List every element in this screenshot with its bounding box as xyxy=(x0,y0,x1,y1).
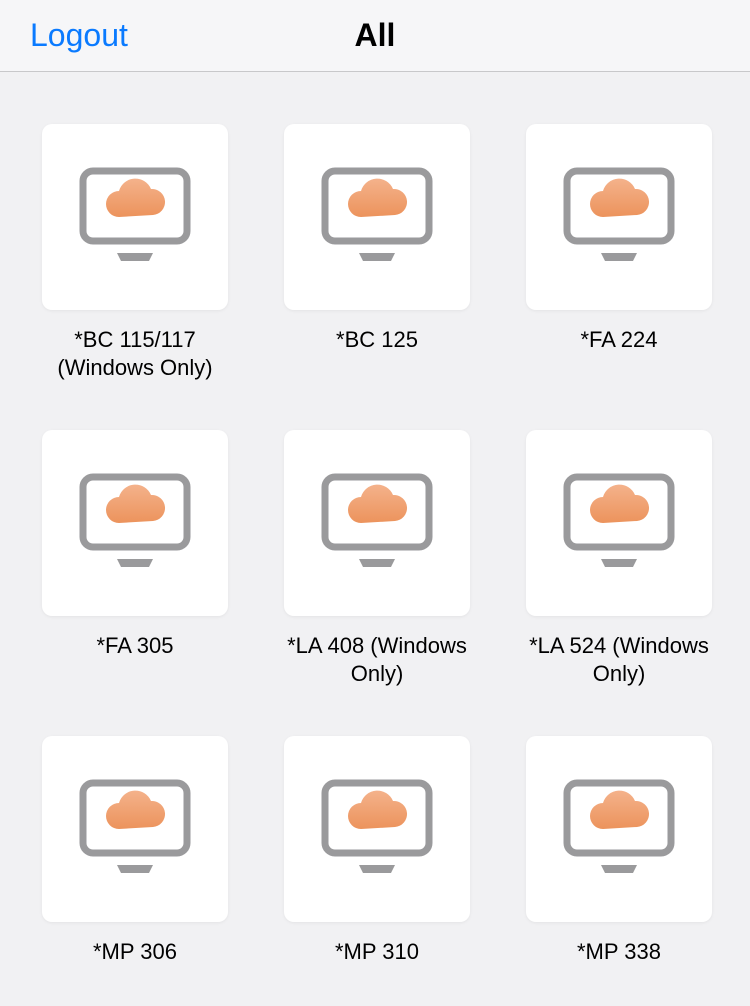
cloud-monitor-icon xyxy=(563,473,675,573)
desktop-item-card xyxy=(284,124,470,310)
desktop-item[interactable]: *BC 115/117 (Windows Only) xyxy=(42,124,228,382)
desktop-item[interactable]: *MP 306 xyxy=(42,736,228,966)
desktop-item-label: *BC 125 xyxy=(336,326,418,354)
desktop-item-label: *LA 408 (Windows Only) xyxy=(284,632,470,688)
cloud-monitor-icon xyxy=(563,167,675,267)
desktop-item[interactable]: *MP 338 xyxy=(526,736,712,966)
header-bar: Logout All xyxy=(0,0,750,72)
desktop-item-label: *LA 524 (Windows Only) xyxy=(526,632,712,688)
cloud-monitor-icon xyxy=(321,779,433,879)
cloud-monitor-icon xyxy=(79,473,191,573)
desktop-item-card xyxy=(526,736,712,922)
desktop-item-card xyxy=(42,736,228,922)
desktop-item-card xyxy=(42,124,228,310)
cloud-monitor-icon xyxy=(321,473,433,573)
desktop-item[interactable]: *MP 310 xyxy=(284,736,470,966)
desktop-item[interactable]: *FA 224 xyxy=(526,124,712,382)
desktop-item-card xyxy=(42,430,228,616)
desktop-item[interactable]: *FA 305 xyxy=(42,430,228,688)
desktop-item-card xyxy=(284,736,470,922)
desktop-item-label: *FA 224 xyxy=(580,326,657,354)
desktop-item-card xyxy=(526,124,712,310)
desktop-grid: *BC 115/117 (Windows Only) xyxy=(0,72,750,966)
desktop-item[interactable]: *LA 524 (Windows Only) xyxy=(526,430,712,688)
cloud-monitor-icon xyxy=(79,167,191,267)
desktop-item-label: *MP 306 xyxy=(93,938,177,966)
desktop-item-label: *MP 338 xyxy=(577,938,661,966)
cloud-monitor-icon xyxy=(321,167,433,267)
cloud-monitor-icon xyxy=(563,779,675,879)
desktop-item-label: *MP 310 xyxy=(335,938,419,966)
desktop-item-card xyxy=(526,430,712,616)
cloud-monitor-icon xyxy=(79,779,191,879)
desktop-item[interactable]: *LA 408 (Windows Only) xyxy=(284,430,470,688)
desktop-item-card xyxy=(284,430,470,616)
desktop-item[interactable]: *BC 125 xyxy=(284,124,470,382)
desktop-item-label: *BC 115/117 (Windows Only) xyxy=(42,326,228,382)
desktop-item-label: *FA 305 xyxy=(96,632,173,660)
logout-button[interactable]: Logout xyxy=(0,17,128,54)
